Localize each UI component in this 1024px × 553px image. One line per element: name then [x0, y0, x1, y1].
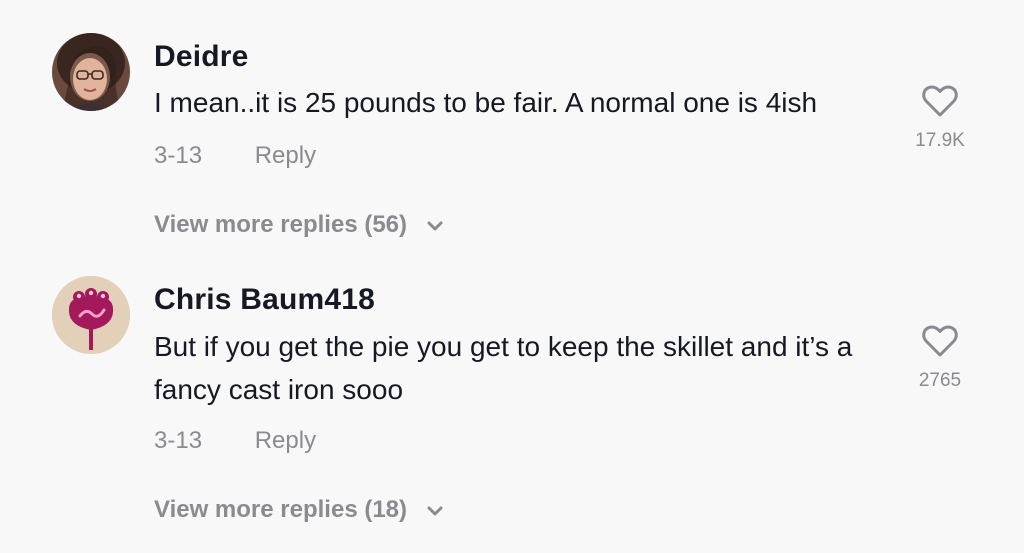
comment-date: 3-13: [154, 427, 203, 454]
chevron-down-icon: [427, 506, 443, 516]
view-more-replies-label: View more replies (18): [154, 496, 408, 523]
avatar-flower-icon: [52, 276, 130, 354]
like-control: 2765: [905, 324, 975, 392]
view-more-replies-button[interactable]: View more replies (18): [154, 496, 444, 524]
comment-username[interactable]: Chris Baum418: [154, 283, 375, 317]
comment-text: But if you get the pie you get to keep t…: [154, 331, 853, 405]
comment-meta: 3-13 Reply: [154, 427, 316, 455]
comment-item: Chris Baum418 But if you get the pie you…: [0, 0, 1024, 553]
avatar[interactable]: [52, 276, 130, 354]
heart-icon[interactable]: [921, 324, 959, 358]
reply-button[interactable]: Reply: [255, 427, 316, 455]
like-count: 2765: [918, 370, 962, 391]
